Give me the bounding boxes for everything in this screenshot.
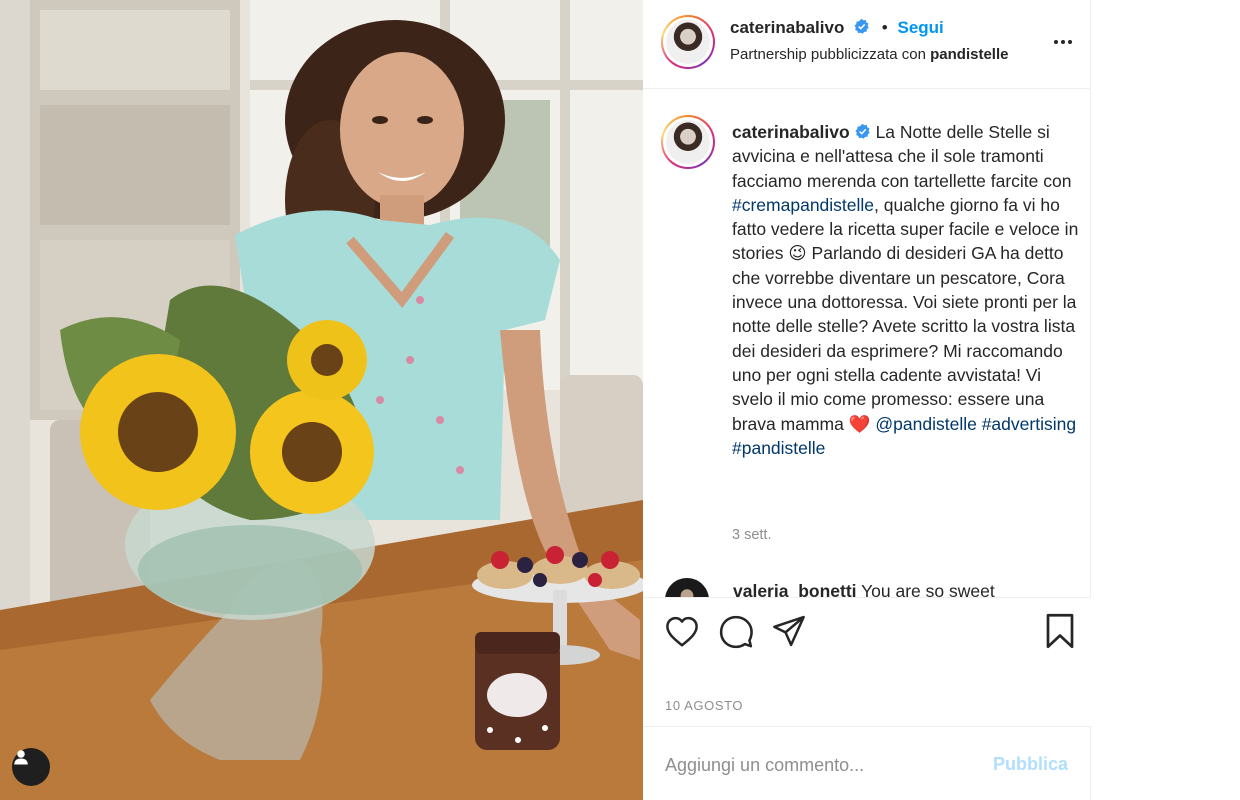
caption-username[interactable]: caterinabalivo: [732, 122, 850, 142]
bookmark-icon[interactable]: [1045, 613, 1075, 649]
post-header: caterinabalivo • Segui Partnership pubbl…: [643, 0, 1090, 89]
post-photo[interactable]: [0, 0, 643, 800]
comments-scroll-area[interactable]: caterinabalivo La Notte delle Stelle si …: [643, 90, 1091, 597]
header-title-row: caterinabalivo • Segui: [730, 18, 944, 38]
follow-button[interactable]: Segui: [897, 18, 943, 37]
post-side-panel: caterinabalivo • Segui Partnership pubbl…: [643, 0, 1091, 800]
wink-emoji: 😉: [788, 243, 807, 264]
more-dots-icon[interactable]: [1051, 30, 1075, 54]
commenter-avatar[interactable]: [665, 578, 709, 597]
heart-emoji: ❤️: [848, 413, 871, 434]
hashtag-advertising[interactable]: #advertising: [982, 414, 1076, 434]
partnership-label: Partnership pubblicizzata con pandistell…: [730, 46, 1008, 63]
pandistelle-jar: [475, 632, 560, 750]
heart-icon[interactable]: [665, 616, 699, 648]
verified-badge-icon: [855, 123, 870, 139]
header-separator: •: [881, 18, 888, 37]
caption-timestamp[interactable]: 3 sett.: [732, 527, 772, 543]
profile-avatar[interactable]: [661, 15, 715, 69]
commenter-username[interactable]: valeria_bonetti: [733, 581, 857, 597]
sunflower-top: [287, 320, 367, 400]
comment-text: You are so sweet: [861, 581, 995, 597]
sunflower-right: [250, 390, 374, 514]
verified-badge-icon: [854, 18, 869, 34]
paper-plane-icon[interactable]: [772, 615, 806, 647]
hashtag-pandistelle[interactable]: #pandistelle: [732, 438, 825, 458]
person-icon: [14, 750, 28, 765]
publish-button[interactable]: Pubblica: [993, 754, 1068, 775]
caption-avatar[interactable]: [661, 115, 715, 169]
post-date[interactable]: 10 AGOSTO: [665, 698, 743, 713]
post-caption: caterinabalivo La Notte delle Stelle si …: [732, 120, 1082, 460]
hashtag-cremapandistelle[interactable]: #cremapandistelle: [732, 195, 874, 215]
comment-preview: valeria_bonetti You are so sweet: [665, 578, 1085, 597]
partner-name-link[interactable]: pandistelle: [930, 46, 1008, 63]
sunflower-left: [80, 354, 236, 510]
add-comment-form: Pubblica: [643, 728, 1091, 800]
tagged-people-button[interactable]: [12, 748, 50, 786]
post-actions-bar: 10 AGOSTO: [643, 597, 1091, 727]
caption-text-3: Parlando di desideri GA ha detto che vor…: [732, 243, 1077, 434]
header-username[interactable]: caterinabalivo: [730, 18, 844, 37]
comment-input[interactable]: [665, 752, 985, 778]
partnership-prefix: Partnership pubblicizzata con: [730, 46, 926, 63]
comment-bubble-icon[interactable]: [719, 615, 753, 649]
post-photo-illustration: [0, 0, 643, 800]
mention-pandistelle[interactable]: @pandistelle: [875, 414, 976, 434]
